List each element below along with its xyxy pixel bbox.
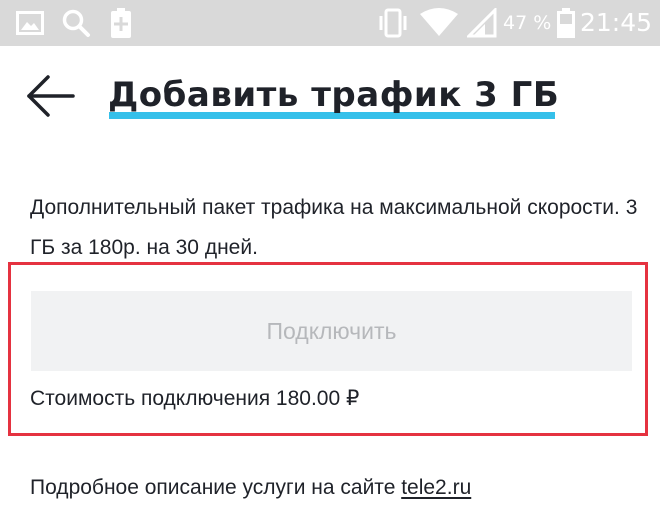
- page-title: Добавить трафик 3 ГБ: [108, 75, 560, 115]
- footer-info: Подробное описание услуги на сайте tele2…: [30, 473, 471, 503]
- gallery-icon: [16, 0, 44, 46]
- signal-icon: [467, 0, 497, 46]
- footer-text: Подробное описание услуги на сайте: [30, 476, 402, 499]
- service-description: Дополнительный пакет трафика на максимал…: [30, 196, 638, 259]
- search-icon: [61, 0, 91, 46]
- battery-percent: 47 %: [503, 12, 552, 34]
- page-title-block: Добавить трафик 3 ГБ: [108, 72, 560, 119]
- wifi-icon: [420, 0, 458, 46]
- battery-icon: [557, 0, 575, 46]
- back-button[interactable]: [26, 74, 76, 118]
- battery-saver-icon: [111, 0, 131, 46]
- clock: 21:45: [580, 8, 653, 37]
- connect-button[interactable]: Подключить: [31, 291, 632, 371]
- connect-highlight-box: Подключить Стоимость подключения 180.00 …: [8, 262, 648, 436]
- connection-cost: Стоимость подключения 180.00 ₽: [30, 387, 360, 410]
- tele2-link[interactable]: tele2.ru: [401, 476, 471, 499]
- vibrate-icon: [377, 0, 409, 46]
- status-bar: 47 % 21:45: [0, 0, 660, 46]
- arrow-left-icon: [27, 75, 75, 117]
